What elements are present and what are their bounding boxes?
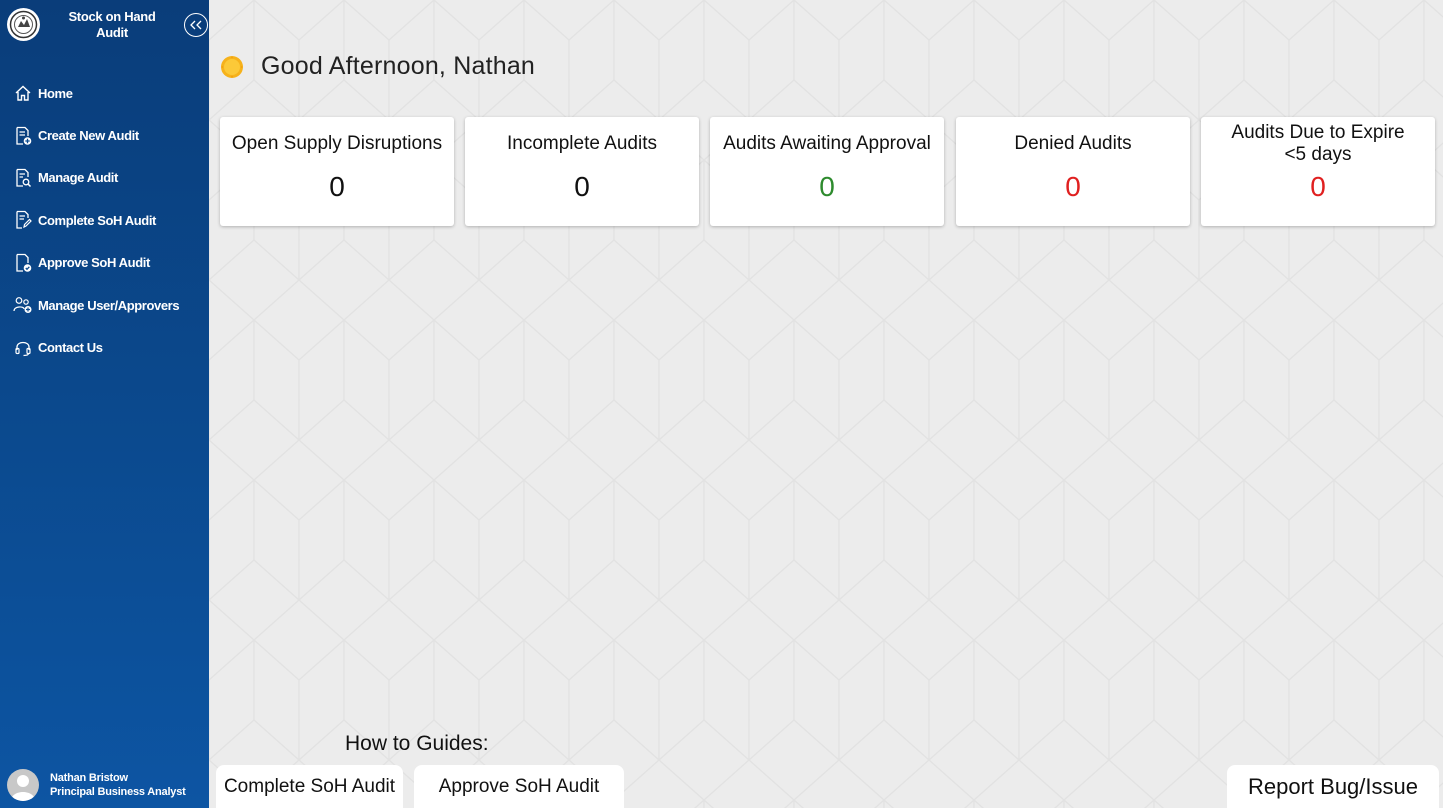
- card-incomplete-audits[interactable]: Incomplete Audits 0: [465, 117, 699, 226]
- card-title: Incomplete Audits: [507, 133, 657, 154]
- people-add-icon: [12, 294, 34, 316]
- greeting-text: Good Afternoon, Nathan: [261, 52, 536, 80]
- chevron-double-left-icon: [190, 20, 202, 30]
- card-value: 0: [329, 171, 345, 202]
- card-open-supply-disruptions[interactable]: Open Supply Disruptions 0: [220, 117, 454, 226]
- sidebar-item-label: Create New Audit: [38, 128, 139, 144]
- user-role: Principal Business Analyst: [50, 786, 186, 798]
- card-denied-audits[interactable]: Denied Audits 0: [956, 117, 1190, 226]
- sidebar: Stock on Hand Audit Home Create New Audi…: [0, 0, 209, 808]
- sidebar-item-manage-user-approvers[interactable]: Manage User/Approvers: [0, 284, 209, 326]
- document-search-icon: [12, 167, 34, 189]
- report-bug-button[interactable]: Report Bug/Issue: [1227, 765, 1439, 808]
- sidebar-item-approve-soh-audit[interactable]: Approve SoH Audit: [0, 242, 209, 284]
- card-value: 0: [574, 171, 590, 202]
- card-audits-awaiting-approval[interactable]: Audits Awaiting Approval 0: [710, 117, 944, 226]
- collapse-sidebar-button[interactable]: [184, 13, 208, 37]
- document-add-icon: [12, 125, 34, 147]
- sidebar-item-create-new-audit[interactable]: Create New Audit: [0, 114, 209, 156]
- home-icon: [12, 82, 34, 104]
- sidebar-item-manage-audit[interactable]: Manage Audit: [0, 157, 209, 199]
- sidebar-item-label: Manage User/Approvers: [38, 297, 180, 313]
- card-title: Denied Audits: [1014, 133, 1132, 154]
- main-content: Good Afternoon, Nathan Open Supply Disru…: [209, 0, 1443, 808]
- how-to-guides-label: How to Guides:: [345, 732, 489, 755]
- sidebar-item-label: Complete SoH Audit: [38, 212, 156, 228]
- card-audits-due-to-expire[interactable]: Audits Due to Expire <5 days 0: [1201, 117, 1435, 226]
- sidebar-item-home[interactable]: Home: [0, 72, 209, 114]
- sidebar-item-complete-soh-audit[interactable]: Complete SoH Audit: [0, 199, 209, 241]
- sidebar-item-label: Home: [38, 85, 73, 101]
- card-value: 0: [1065, 171, 1081, 202]
- card-title: Open Supply Disruptions: [231, 133, 443, 154]
- document-check-icon: [12, 252, 34, 274]
- avatar: [7, 769, 39, 801]
- user-profile: Nathan Bristow Principal Business Analys…: [7, 769, 186, 801]
- guide-approve-soh-audit-button[interactable]: Approve SoH Audit: [414, 765, 624, 808]
- card-title: Audits Awaiting Approval: [723, 133, 931, 154]
- app-title: Stock on Hand Audit: [68, 9, 156, 40]
- sidebar-item-label: Contact Us: [38, 340, 103, 356]
- sidebar-item-label: Approve SoH Audit: [38, 255, 150, 271]
- greeting: Good Afternoon, Nathan: [219, 52, 535, 81]
- guide-complete-soh-audit-button[interactable]: Complete SoH Audit: [216, 765, 403, 808]
- logo-icon: [7, 8, 40, 41]
- user-name: Nathan Bristow: [50, 772, 128, 784]
- headset-icon: [12, 337, 34, 359]
- sidebar-nav: Home Create New Audit Manage Audit Compl…: [0, 72, 209, 369]
- sidebar-item-label: Manage Audit: [38, 170, 118, 186]
- sun-icon: [221, 55, 243, 78]
- sidebar-item-contact-us[interactable]: Contact Us: [0, 326, 209, 368]
- document-edit-icon: [12, 209, 34, 231]
- card-value: 0: [1310, 171, 1326, 202]
- card-title: Audits Due to Expire <5 days: [1231, 122, 1405, 165]
- card-value: 0: [819, 171, 835, 202]
